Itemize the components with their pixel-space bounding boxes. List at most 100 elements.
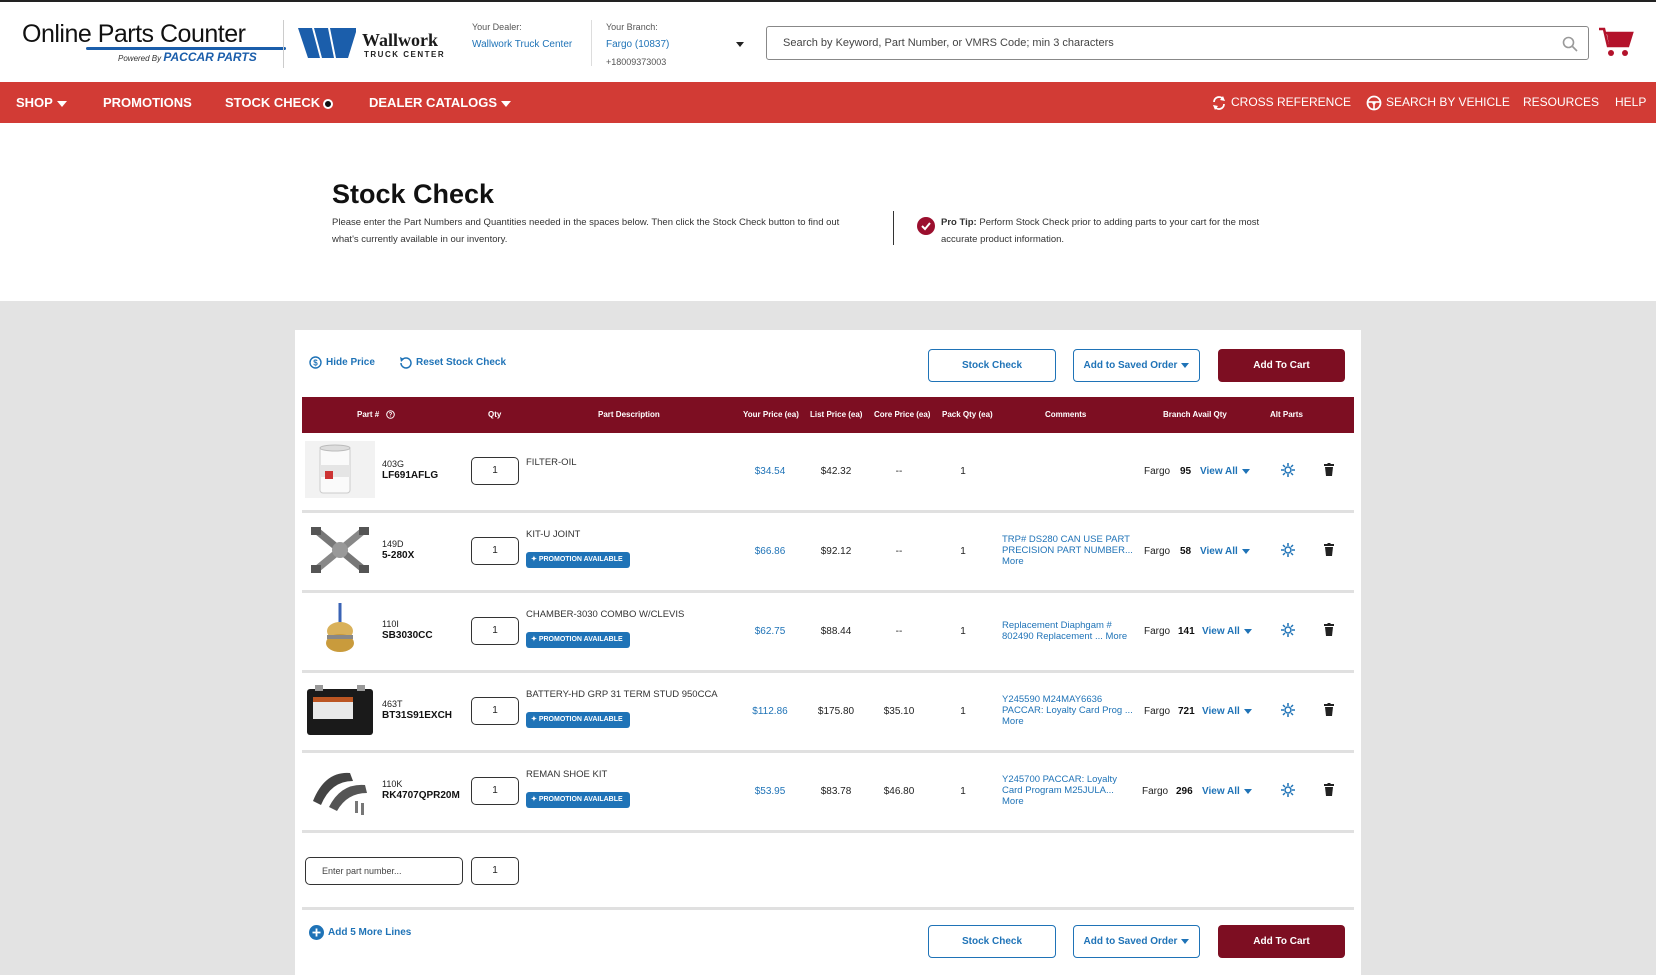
part-line-code: 403G [382, 459, 405, 469]
svg-text:$: $ [313, 359, 318, 368]
trash-icon[interactable] [1324, 703, 1334, 716]
top-header: Online Parts Counter Powered By PACCAR P… [0, 0, 1656, 82]
price-tag-icon: $ [309, 356, 322, 369]
col-list-price: List Price (ea) [810, 410, 863, 419]
nav-shop[interactable]: SHOP [16, 82, 67, 123]
part-number[interactable]: RK4707QPR20M [382, 790, 460, 801]
col-pack-qty: Pack Qty (ea) [942, 410, 993, 419]
chevron-down-icon [1243, 789, 1252, 794]
core-price: -- [895, 546, 903, 557]
promotion-badge[interactable]: ✦ PROMOTION AVAILABLE [526, 632, 630, 648]
nav-dealer-catalogs[interactable]: DEALER CATALOGS [369, 82, 512, 123]
add-to-cart-button-bottom[interactable]: Add To Cart [1218, 925, 1345, 958]
header-divider [591, 20, 592, 66]
page-description: Please enter the Part Numbers and Quanti… [332, 217, 840, 245]
search-input[interactable] [767, 27, 1547, 59]
alt-parts-icon[interactable] [1280, 462, 1296, 478]
promotion-badge[interactable]: ✦ PROMOTION AVAILABLE [526, 792, 630, 808]
alt-parts-icon[interactable] [1280, 622, 1296, 638]
view-all-link[interactable]: View All [1202, 706, 1252, 717]
col-comments: Comments [1045, 410, 1087, 419]
part-number[interactable]: LF691AFLG [382, 470, 438, 481]
hide-price-link[interactable]: $ Hide Price [309, 356, 375, 369]
comment-link[interactable]: Y245590 M24MAY6636 PACCAR: Loyalty Card … [1002, 694, 1134, 727]
view-all-link[interactable]: View All [1200, 546, 1250, 557]
add-to-cart-button[interactable]: Add To Cart [1218, 349, 1345, 382]
svg-text:?: ? [389, 413, 393, 419]
oil-filter-image [305, 441, 375, 498]
alt-parts-icon[interactable] [1280, 542, 1296, 558]
list-price: $83.78 [820, 786, 852, 797]
list-price: $175.80 [817, 706, 855, 717]
chevron-down-icon [1181, 939, 1190, 944]
table-row: 149D 5-280X 1 KIT-U JOINT ✦ PROMOTION AV… [302, 513, 1354, 593]
table-row: 110K RK4707QPR20M 1 REMAN SHOE KIT ✦ PRO… [302, 753, 1354, 833]
view-all-link[interactable]: View All [1200, 466, 1250, 477]
new-qty-input[interactable]: 1 [471, 857, 519, 885]
chevron-down-icon [56, 100, 67, 107]
comment-link[interactable]: Y245700 PACCAR: Loyalty Card Program M25… [1002, 774, 1134, 807]
table-header: Part # ? Qty Part Description Your Price… [302, 397, 1354, 433]
view-all-link[interactable]: View All [1202, 786, 1252, 797]
stock-check-button-bottom[interactable]: Stock Check [928, 925, 1056, 958]
branch-name: Fargo [1144, 546, 1171, 557]
main-nav: SHOP PROMOTIONS STOCK CHECK DEALER CATAL… [0, 82, 1656, 123]
nav-promotions[interactable]: PROMOTIONS [103, 82, 192, 123]
qty-input[interactable]: 1 [471, 537, 519, 565]
your-price: $53.95 [754, 786, 786, 797]
your-price: $34.54 [754, 466, 786, 477]
add-to-saved-order-button[interactable]: Add to Saved Order [1073, 349, 1200, 382]
part-number[interactable]: 5-280X [382, 550, 414, 561]
alt-parts-icon[interactable] [1280, 782, 1296, 798]
trash-icon[interactable] [1324, 463, 1334, 476]
add-to-saved-order-button-bottom[interactable]: Add to Saved Order [1073, 925, 1200, 958]
branch-phone: +18009373003 [606, 57, 667, 67]
branch-name: Fargo [1144, 626, 1171, 637]
qty-input[interactable]: 1 [471, 777, 519, 805]
dealer-value[interactable]: Wallwork Truck Center [472, 39, 572, 50]
qty-input[interactable]: 1 [471, 617, 519, 645]
part-number[interactable]: BT31S91EXCH [382, 710, 452, 721]
nav-cross-reference[interactable]: CROSS REFERENCE [1211, 82, 1351, 123]
cart-icon[interactable] [1598, 26, 1634, 58]
table-row: 403G LF691AFLG 1 FILTER-OIL $34.54 $42.3… [302, 433, 1354, 513]
part-number-input[interactable] [306, 858, 462, 884]
help-circle-icon[interactable]: ? [386, 410, 396, 420]
branch-chevron-down-icon[interactable] [736, 42, 744, 47]
view-all-link[interactable]: View All [1202, 626, 1252, 637]
search-icon[interactable] [1562, 36, 1578, 52]
comment-link[interactable]: Replacement Diaphgam # 802490 Replacemen… [1002, 620, 1134, 642]
col-branch-avail: Branch Avail Qty [1163, 410, 1227, 419]
branch-avail-qty: 58 [1180, 546, 1192, 557]
col-core-price: Core Price (ea) [874, 410, 931, 419]
alt-parts-icon[interactable] [1280, 702, 1296, 718]
online-parts-counter-logo[interactable]: Online Parts Counter Powered By PACCAR P… [22, 20, 286, 64]
add-more-lines-link[interactable]: Add 5 More Lines [309, 925, 411, 940]
trash-icon[interactable] [1324, 783, 1334, 796]
reset-stock-check-link[interactable]: Reset Stock Check [399, 356, 506, 369]
qty-input[interactable]: 1 [471, 697, 519, 725]
pack-qty: 1 [960, 546, 966, 557]
core-price: $35.10 [883, 706, 915, 717]
branch-selector[interactable]: Your Branch: Fargo (10837) +18009373003 [606, 22, 669, 67]
nav-stock-check[interactable]: STOCK CHECK [225, 82, 334, 123]
trash-icon[interactable] [1324, 543, 1334, 556]
col-description: Part Description [598, 410, 660, 419]
comment-link[interactable]: TRP# DS280 CAN USE PART PRECISION PART N… [1002, 534, 1134, 567]
wallwork-logo-mark [298, 28, 356, 58]
trash-icon[interactable] [1324, 623, 1334, 636]
nav-help[interactable]: HELP [1615, 82, 1646, 123]
stock-check-button[interactable]: Stock Check [928, 349, 1056, 382]
col-part: Part # ? [357, 397, 396, 433]
part-number[interactable]: SB3030CC [382, 630, 433, 641]
part-description: FILTER-OIL [526, 457, 577, 468]
brake-shoe-kit-image [305, 761, 375, 818]
promotion-badge[interactable]: ✦ PROMOTION AVAILABLE [526, 712, 630, 728]
qty-input[interactable]: 1 [471, 457, 519, 485]
nav-resources[interactable]: RESOURCES [1523, 82, 1599, 123]
dealer-info: Your Dealer: Wallwork Truck Center [472, 22, 572, 50]
page-intro: Stock Check Please enter the Part Number… [0, 123, 1656, 301]
branch-value[interactable]: Fargo (10837) [606, 39, 669, 50]
promotion-badge[interactable]: ✦ PROMOTION AVAILABLE [526, 552, 630, 568]
nav-search-by-vehicle[interactable]: SEARCH BY VEHICLE [1366, 82, 1510, 123]
